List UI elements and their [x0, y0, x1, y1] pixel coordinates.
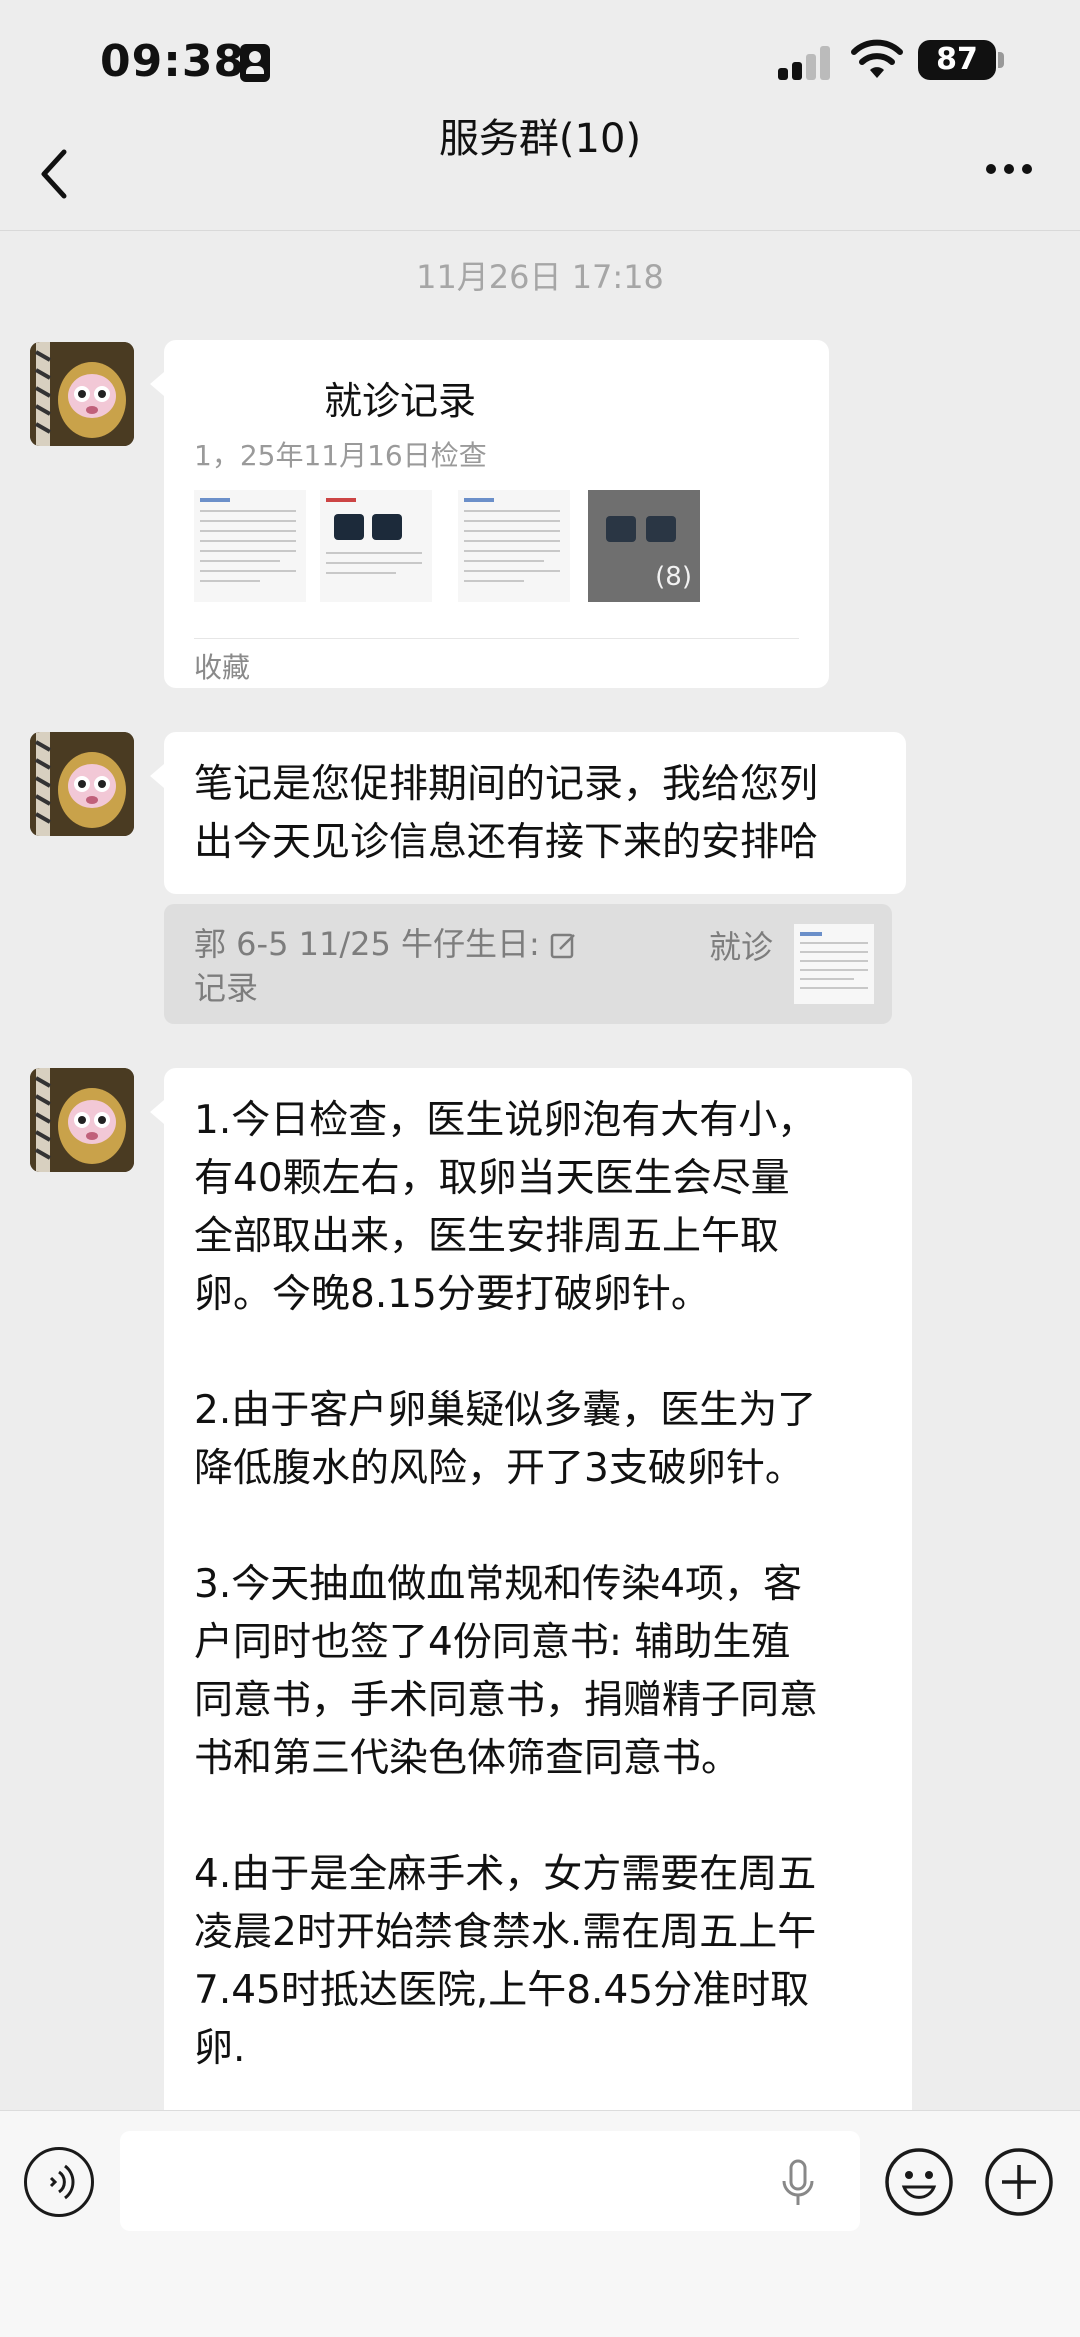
- nav-bar: 服务群(10): [0, 100, 1080, 230]
- quote-tail: 就诊: [709, 928, 774, 966]
- contact-card-icon: [240, 44, 270, 82]
- battery-indicator: 87: [918, 40, 996, 80]
- avatar-image: [30, 732, 134, 836]
- card-subtitle: 1，25年11月16日检查: [194, 439, 487, 472]
- voice-icon[interactable]: [24, 2147, 94, 2217]
- chat-title: 服务群(10): [438, 116, 642, 162]
- quote-line2: 记录: [194, 969, 259, 1007]
- ultrasound-thumbnail[interactable]: [320, 490, 432, 602]
- card-divider: [194, 638, 799, 639]
- battery-tip: [998, 52, 1004, 68]
- edit-icon: [550, 933, 575, 959]
- input-bar: [0, 2110, 1080, 2337]
- document-thumbnail[interactable]: [458, 490, 570, 602]
- emoji-icon[interactable]: [884, 2147, 954, 2217]
- microphone-icon[interactable]: [780, 2159, 816, 2207]
- plus-icon[interactable]: [984, 2147, 1054, 2217]
- message-input[interactable]: [120, 2131, 860, 2231]
- more-images-count: (8): [655, 562, 692, 592]
- document-thumbnail[interactable]: [194, 490, 306, 602]
- avatar-image: [30, 1068, 134, 1172]
- quoted-message[interactable]: 郭 6-5 11/25 牛仔生日: 记录 就诊: [164, 904, 892, 1024]
- nav-divider: [0, 230, 1080, 231]
- status-time: 09:38: [100, 36, 246, 87]
- message-timestamp: 11月26日 17:18: [416, 258, 664, 296]
- text-message[interactable]: 1.今日检查，医生说卵泡有大有小， 有40颗左右，取卵当天医生会尽量 全部取出来…: [150, 1068, 912, 2128]
- avatar-image: [30, 342, 134, 446]
- wifi-icon: [851, 39, 903, 78]
- card-title: 就诊记录: [324, 379, 477, 423]
- text-message[interactable]: 笔记是您促排期间的记录，我给您列 出今天见诊信息还有接下来的安排哈: [150, 732, 906, 894]
- cellular-signal-icon: [778, 44, 834, 80]
- avatar[interactable]: [30, 342, 134, 446]
- avatar[interactable]: [30, 732, 134, 836]
- quote-text: 郭 6-5 11/25 牛仔生日: 记录: [194, 922, 594, 1010]
- avatar[interactable]: [30, 1068, 134, 1172]
- record-card[interactable]: 就诊记录 1，25年11月16日检查 (8) 收藏: [150, 340, 829, 688]
- more-dots-icon[interactable]: [978, 158, 1038, 178]
- more-images-thumbnail[interactable]: (8): [588, 490, 700, 602]
- quote-thumbnail[interactable]: [794, 924, 874, 1004]
- quote-line1: 郭 6-5 11/25 牛仔生日:: [194, 925, 540, 963]
- card-footer: 收藏: [194, 651, 251, 684]
